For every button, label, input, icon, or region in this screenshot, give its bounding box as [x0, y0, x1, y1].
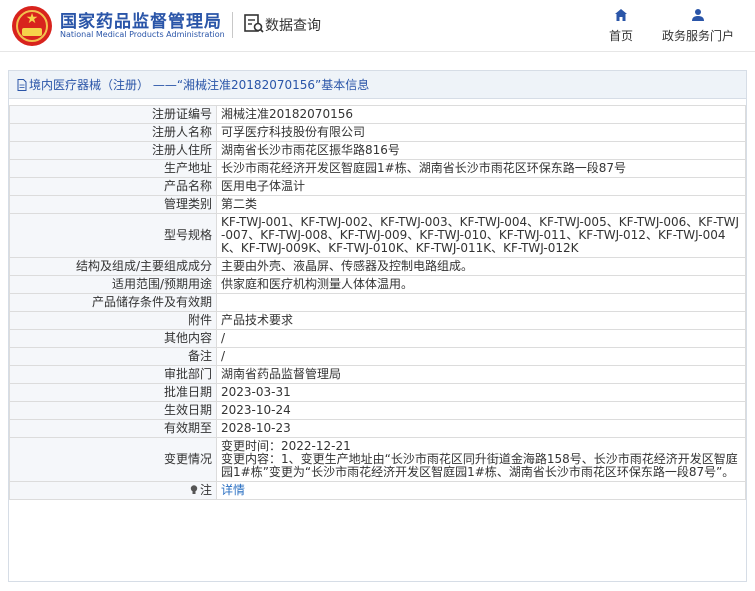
- table-row: 注册人名称 可孚医疗科技股份有限公司: [9, 123, 746, 142]
- user-icon: [692, 9, 704, 21]
- table-row: 有效期至 2028-10-23: [9, 419, 746, 438]
- table-row: 型号规格 KF-TWJ-001、KF-TWJ-002、KF-TWJ-003、KF-…: [9, 213, 746, 258]
- brand-name-cn[interactable]: 国家药品监督管理局: [60, 7, 222, 32]
- data-query-link[interactable]: 数据查询: [265, 15, 321, 35]
- field-value: 第二类: [216, 195, 746, 214]
- table-row: 产品名称 医用电子体温计: [9, 177, 746, 196]
- field-label: 型号规格: [9, 213, 217, 258]
- change-value: 变更时间：2022-12-21 变更内容：1、变更生产地址由“长沙市雨花区同升街…: [216, 437, 746, 482]
- field-value: 2023-03-31: [216, 383, 746, 402]
- table-row: 生效日期 2023-10-24: [9, 401, 746, 420]
- table-row: 适用范围/预期用途 供家庭和医疗机构测量人体体温用。: [9, 275, 746, 294]
- field-label: 有效期至: [9, 419, 217, 438]
- table-row-note: 注 详情: [9, 481, 746, 500]
- brand-name-en[interactable]: National Medical Products Administration: [60, 30, 225, 39]
- field-value: /: [216, 329, 746, 348]
- field-value: 可孚医疗科技股份有限公司: [216, 123, 746, 142]
- panel-title-text: 境内医疗器械（注册） ——“湘械注准20182070156”基本信息: [29, 78, 370, 92]
- data-query-icon[interactable]: [243, 13, 265, 35]
- table-row: 管理类别 第二类: [9, 195, 746, 214]
- table-row: 产品储存条件及有效期: [9, 293, 746, 312]
- field-value: KF-TWJ-001、KF-TWJ-002、KF-TWJ-003、KF-TWJ-…: [216, 213, 746, 258]
- table-row: 注册证编号 湘械注准20182070156: [9, 105, 746, 124]
- field-label: 批准日期: [9, 383, 217, 402]
- field-label: 其他内容: [9, 329, 217, 348]
- table-row: 其他内容 /: [9, 329, 746, 348]
- field-label: 注册人名称: [9, 123, 217, 142]
- field-value: /: [216, 347, 746, 366]
- table-row: 附件 产品技术要求: [9, 311, 746, 330]
- field-value: 长沙市雨花经济开发区智庭园1#栋、湖南省长沙市雨花区环保东路一段87号: [216, 159, 746, 178]
- table-row-change: 变更情况 变更时间：2022-12-21 变更内容：1、变更生产地址由“长沙市雨…: [9, 437, 746, 482]
- field-label: 生产地址: [9, 159, 217, 178]
- info-panel: 境内医疗器械（注册） ——“湘械注准20182070156”基本信息 注册证编号…: [8, 70, 747, 582]
- nav-home-button[interactable]: 首页: [603, 8, 639, 46]
- field-value: 2023-10-24: [216, 401, 746, 420]
- field-label: 结构及组成/主要组成成分: [9, 257, 217, 276]
- table-row: 生产地址 长沙市雨花经济开发区智庭园1#栋、湖南省长沙市雨花区环保东路一段87号: [9, 159, 746, 178]
- lightbulb-icon: [190, 485, 198, 494]
- field-label: 附件: [9, 311, 217, 330]
- field-label: 生效日期: [9, 401, 217, 420]
- field-value: 湖南省长沙市雨花区振华路816号: [216, 141, 746, 160]
- field-label: 产品储存条件及有效期: [9, 293, 217, 312]
- field-value: [216, 293, 746, 312]
- note-label: 注: [199, 483, 212, 497]
- home-icon: [615, 9, 627, 21]
- field-label: 备注: [9, 347, 217, 366]
- registration-info-table: 注册证编号 湘械注准20182070156 注册人名称 可孚医疗科技股份有限公司 注…: [9, 105, 746, 500]
- change-label: 变更情况: [9, 437, 217, 482]
- nav-gov-service-label: 政务服务门户: [661, 29, 734, 43]
- note-label-cell: 注: [9, 481, 217, 500]
- document-icon: [17, 79, 27, 91]
- panel-title: 境内医疗器械（注册） ——“湘械注准20182070156”基本信息: [9, 71, 746, 99]
- field-value: 湖南省药品监督管理局: [216, 365, 746, 384]
- table-row: 批准日期 2023-03-31: [9, 383, 746, 402]
- table-row: 注册人住所 湖南省长沙市雨花区振华路816号: [9, 141, 746, 160]
- field-value: 医用电子体温计: [216, 177, 746, 196]
- field-value: 湘械注准20182070156: [216, 105, 746, 124]
- table-row: 审批部门 湖南省药品监督管理局: [9, 365, 746, 384]
- field-label: 审批部门: [9, 365, 217, 384]
- nav-gov-service-button[interactable]: 政务服务门户: [658, 8, 738, 46]
- field-label: 注册证编号: [9, 105, 217, 124]
- note-value: 详情: [216, 481, 746, 500]
- field-value: 供家庭和医疗机构测量人体体温用。: [216, 275, 746, 294]
- field-label: 注册人住所: [9, 141, 217, 160]
- table-row: 备注 /: [9, 347, 746, 366]
- nav-home-label: 首页: [608, 29, 633, 43]
- field-value: 产品技术要求: [216, 311, 746, 330]
- national-emblem-icon[interactable]: ★: [12, 6, 52, 46]
- field-value: 2028-10-23: [216, 419, 746, 438]
- table-row: 结构及组成/主要组成成分 主要由外壳、液晶屏、传感器及控制电路组成。: [9, 257, 746, 276]
- field-label: 管理类别: [9, 195, 217, 214]
- field-value: 主要由外壳、液晶屏、传感器及控制电路组成。: [216, 257, 746, 276]
- site-header: ★ 国家药品监督管理局 National Medical Products Ad…: [0, 0, 755, 52]
- details-link[interactable]: 详情: [221, 483, 245, 497]
- header-divider: [232, 12, 233, 38]
- field-label: 产品名称: [9, 177, 217, 196]
- field-label: 适用范围/预期用途: [9, 275, 217, 294]
- change-content: 变更内容：1、变更生产地址由“长沙市雨花区同升街道金海路158号、长沙市雨花经济…: [221, 452, 738, 479]
